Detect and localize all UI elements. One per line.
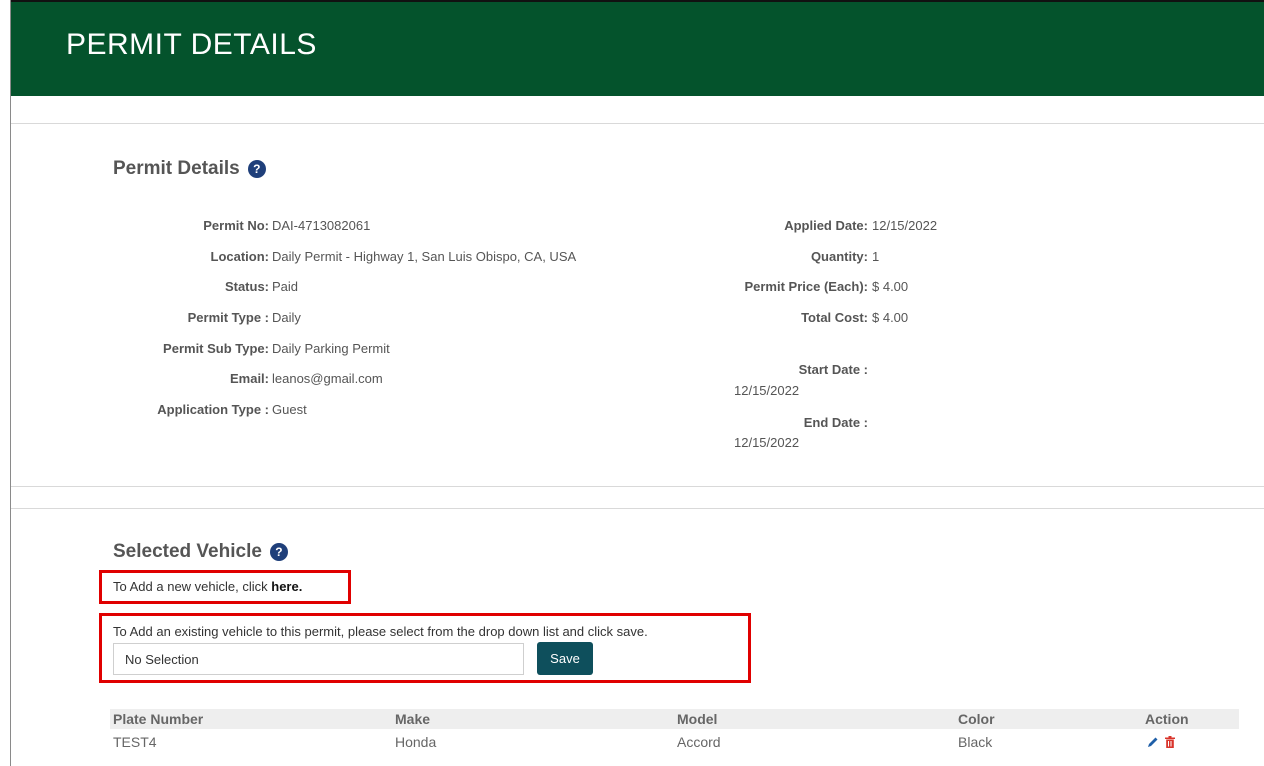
field-label: Start Date :	[798, 362, 868, 377]
existing-vehicle-instructions: To Add an existing vehicle to this permi…	[113, 624, 648, 639]
field-label: Permit Sub Type:	[163, 341, 269, 356]
field-label: Quantity:	[810, 249, 868, 264]
column-header-action: Action	[1145, 711, 1189, 727]
column-header-color: Color	[958, 711, 995, 727]
field-value: $ 4.00	[872, 310, 909, 325]
add-new-vehicle-link[interactable]: here.	[271, 579, 302, 594]
field-label: Total Cost:	[801, 310, 868, 325]
divider	[11, 508, 1264, 509]
field-value: $ 4.00	[872, 279, 909, 294]
selected-vehicle-title: Selected Vehicle	[113, 541, 262, 562]
cell-plate: TEST4	[113, 734, 157, 750]
row-actions	[1147, 735, 1175, 753]
cell-model: Accord	[677, 734, 721, 750]
field-permit-price: Permit Price (Each):	[0, 279, 868, 294]
divider	[11, 486, 1264, 487]
permit-details-heading: Permit Details ?	[113, 158, 266, 180]
page-header: PERMIT DETAILS	[11, 0, 1264, 96]
field-label: End Date :	[803, 415, 868, 430]
page-title: PERMIT DETAILS	[66, 28, 317, 61]
selected-vehicle-heading: Selected Vehicle ?	[113, 541, 288, 563]
column-header-model: Model	[677, 711, 718, 727]
table-header	[110, 709, 1239, 729]
permit-details-title: Permit Details	[113, 158, 240, 179]
field-applied-date: Applied Date:	[0, 218, 868, 233]
cell-color: Black	[958, 734, 993, 750]
field-start-date: Start Date :	[0, 362, 868, 377]
save-button[interactable]: Save	[537, 642, 593, 675]
help-icon[interactable]: ?	[269, 543, 288, 561]
end-date-value: 12/15/2022	[734, 435, 800, 450]
add-new-prefix: To Add a new vehicle, click	[113, 579, 272, 594]
field-label: Permit Price (Each):	[744, 279, 868, 294]
vehicle-select[interactable]: No Selection	[113, 643, 524, 675]
help-icon[interactable]: ?	[247, 160, 266, 178]
field-total-cost: Total Cost:	[0, 310, 868, 325]
field-permit-sub-type: Permit Sub Type:	[0, 341, 269, 356]
start-date-value: 12/15/2022	[734, 383, 800, 398]
field-label: Applied Date:	[784, 218, 868, 233]
cell-make: Honda	[395, 734, 437, 750]
field-value: 12/15/2022	[872, 218, 938, 233]
trash-icon[interactable]	[1165, 735, 1175, 753]
add-new-vehicle-text: To Add a new vehicle, click here.	[113, 579, 302, 594]
pencil-icon[interactable]	[1147, 735, 1159, 753]
column-header-plate: Plate Number	[113, 711, 204, 727]
column-header-make: Make	[395, 711, 431, 727]
field-value: 1	[872, 249, 880, 264]
field-quantity: Quantity:	[0, 249, 868, 264]
field-end-date: End Date :	[0, 415, 868, 430]
field-value: Daily Parking Permit	[272, 341, 390, 356]
divider	[11, 123, 1264, 124]
